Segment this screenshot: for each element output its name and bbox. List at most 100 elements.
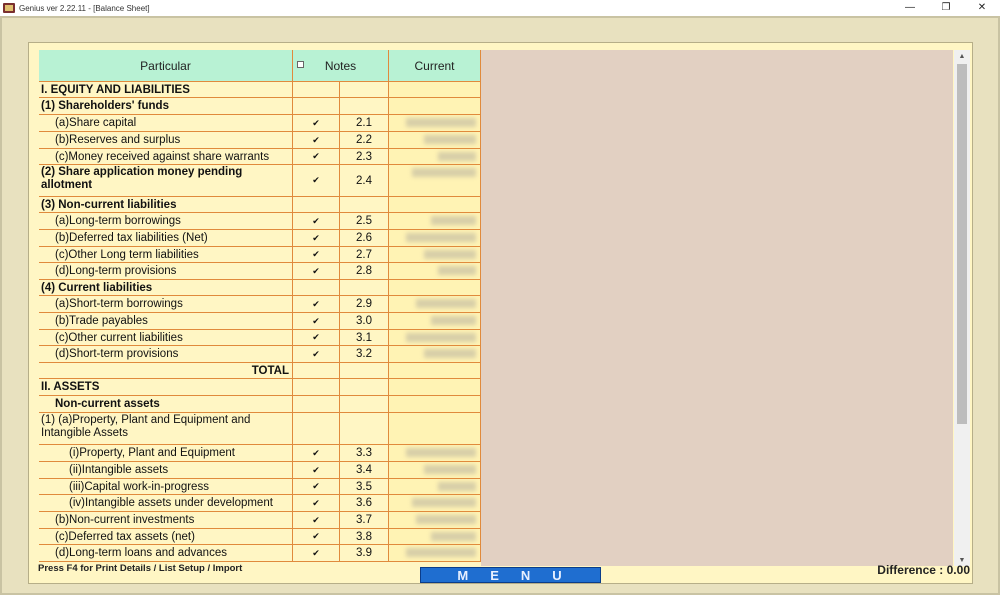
checkmark-icon[interactable]: ✔ — [293, 247, 340, 263]
current-value-cell[interactable] — [389, 247, 481, 263]
table-row[interactable]: (a)Long-term borrowings ✔ 2.5 — [39, 213, 481, 230]
particular-cell: (a)Short-term borrowings — [39, 296, 293, 313]
particular-cell: (b)Deferred tax liabilities (Net) — [39, 230, 293, 247]
minimize-icon[interactable]: — — [892, 0, 928, 16]
check-cell[interactable] — [293, 197, 340, 213]
checkmark-icon[interactable]: ✔ — [293, 462, 340, 479]
note-number-cell: 3.2 — [340, 346, 389, 363]
checkmark-icon[interactable]: ✔ — [293, 213, 340, 230]
table-row[interactable]: (a)Short-term borrowings ✔ 2.9 — [39, 296, 481, 313]
check-cell[interactable] — [293, 379, 340, 396]
checkmark-icon[interactable]: ✔ — [293, 230, 340, 247]
checkmark-icon[interactable]: ✔ — [293, 346, 340, 363]
table-row[interactable]: (iii)Capital work-in-progress ✔ 3.5 — [39, 479, 481, 495]
current-value-cell[interactable] — [389, 230, 481, 247]
checkmark-icon[interactable]: ✔ — [293, 165, 340, 197]
current-value-cell[interactable] — [389, 379, 481, 396]
checkmark-icon[interactable]: ✔ — [293, 512, 340, 529]
restore-icon[interactable]: ❐ — [928, 0, 964, 16]
table-row[interactable]: (b)Deferred tax liabilities (Net) ✔ 2.6 — [39, 230, 481, 247]
table-row[interactable]: (c)Other Long term liabilities ✔ 2.7 — [39, 247, 481, 263]
current-value-cell[interactable] — [389, 149, 481, 165]
current-value-cell[interactable] — [389, 495, 481, 512]
table-row[interactable]: (d)Long-term provisions ✔ 2.8 — [39, 263, 481, 280]
checkmark-icon[interactable]: ✔ — [293, 479, 340, 495]
close-icon[interactable]: ✕ — [964, 0, 1000, 16]
checkmark-icon[interactable]: ✔ — [293, 445, 340, 462]
current-value-cell[interactable] — [389, 462, 481, 479]
current-value-cell[interactable] — [389, 296, 481, 313]
table-row[interactable]: (d)Long-term loans and advances ✔ 3.9 — [39, 545, 481, 562]
checkmark-icon[interactable]: ✔ — [293, 132, 340, 149]
note-number-cell: 2.8 — [340, 263, 389, 280]
check-cell[interactable] — [293, 82, 340, 98]
scroll-up-icon[interactable]: ▲ — [954, 50, 970, 62]
current-value-cell[interactable] — [389, 115, 481, 132]
checkmark-icon[interactable]: ✔ — [293, 330, 340, 346]
check-cell[interactable] — [293, 280, 340, 296]
note-number-cell — [340, 197, 389, 213]
column-header-particular[interactable]: Particular — [39, 50, 293, 82]
vertical-scrollbar[interactable]: ▲ ▼ — [954, 50, 970, 566]
check-cell[interactable] — [293, 98, 340, 115]
table-row[interactable]: (c)Money received against share warrants… — [39, 149, 481, 165]
check-cell[interactable] — [293, 363, 340, 379]
current-value-cell[interactable] — [389, 396, 481, 413]
column-header-current[interactable]: Current — [389, 50, 481, 82]
current-value-cell[interactable] — [389, 346, 481, 363]
table-row[interactable]: Non-current assets — [39, 396, 481, 413]
current-value-cell[interactable] — [389, 512, 481, 529]
table-row[interactable]: (b)Trade payables ✔ 3.0 — [39, 313, 481, 330]
scroll-thumb[interactable] — [957, 64, 967, 424]
table-row[interactable]: (1) (a)Property, Plant and Equipment and… — [39, 413, 481, 445]
checkmark-icon[interactable]: ✔ — [293, 149, 340, 165]
checkmark-icon[interactable]: ✔ — [293, 529, 340, 545]
current-value-cell[interactable] — [389, 263, 481, 280]
app-icon — [3, 3, 15, 13]
check-cell[interactable] — [293, 396, 340, 413]
table-row[interactable]: (ii)Intangible assets ✔ 3.4 — [39, 462, 481, 479]
table-row[interactable]: (b)Non-current investments ✔ 3.7 — [39, 512, 481, 529]
table-row[interactable]: (1) Shareholders' funds — [39, 98, 481, 115]
table-row[interactable]: (a)Share capital ✔ 2.1 — [39, 115, 481, 132]
table-row[interactable]: (c)Other current liabilities ✔ 3.1 — [39, 330, 481, 346]
table-row[interactable]: TOTAL — [39, 363, 481, 379]
checkmark-icon[interactable]: ✔ — [293, 545, 340, 562]
current-value-cell[interactable] — [389, 82, 481, 98]
check-cell[interactable] — [293, 413, 340, 445]
current-value-cell[interactable] — [389, 213, 481, 230]
checkmark-icon[interactable]: ✔ — [293, 313, 340, 330]
table-row[interactable]: (i)Property, Plant and Equipment ✔ 3.3 — [39, 445, 481, 462]
current-value-cell[interactable] — [389, 363, 481, 379]
particular-cell: (1) (a)Property, Plant and Equipment and… — [39, 413, 293, 445]
current-value-cell[interactable] — [389, 445, 481, 462]
select-all-checkbox[interactable] — [297, 61, 304, 68]
table-row[interactable]: (3) Non-current liabilities — [39, 197, 481, 213]
checkmark-icon[interactable]: ✔ — [293, 115, 340, 132]
checkmark-icon[interactable]: ✔ — [293, 495, 340, 512]
current-value-cell[interactable] — [389, 479, 481, 495]
current-value-cell[interactable] — [389, 197, 481, 213]
table-row[interactable]: I. EQUITY AND LIABILITIES — [39, 82, 481, 98]
menu-button[interactable]: MENU — [420, 567, 601, 583]
current-value-cell[interactable] — [389, 545, 481, 562]
checkmark-icon[interactable]: ✔ — [293, 296, 340, 313]
table-row[interactable]: (4) Current liabilities — [39, 280, 481, 296]
column-header-notes[interactable]: Notes — [293, 50, 389, 82]
notes-header-label: Notes — [324, 58, 357, 73]
checkmark-icon[interactable]: ✔ — [293, 263, 340, 280]
table-row[interactable]: (iv)Intangible assets under development ✔… — [39, 495, 481, 512]
current-value-cell[interactable] — [389, 330, 481, 346]
current-value-cell[interactable] — [389, 132, 481, 149]
current-value-cell[interactable] — [389, 413, 481, 445]
table-row[interactable]: II. ASSETS — [39, 379, 481, 396]
current-value-cell[interactable] — [389, 98, 481, 115]
current-value-cell[interactable] — [389, 280, 481, 296]
table-row[interactable]: (c)Deferred tax assets (net) ✔ 3.8 — [39, 529, 481, 545]
current-value-cell[interactable] — [389, 313, 481, 330]
table-row[interactable]: (b)Reserves and surplus ✔ 2.2 — [39, 132, 481, 149]
table-row[interactable]: (d)Short-term provisions ✔ 3.2 — [39, 346, 481, 363]
table-row[interactable]: (2) Share application money pending allo… — [39, 165, 481, 197]
current-value-cell[interactable] — [389, 165, 481, 197]
current-value-cell[interactable] — [389, 529, 481, 545]
